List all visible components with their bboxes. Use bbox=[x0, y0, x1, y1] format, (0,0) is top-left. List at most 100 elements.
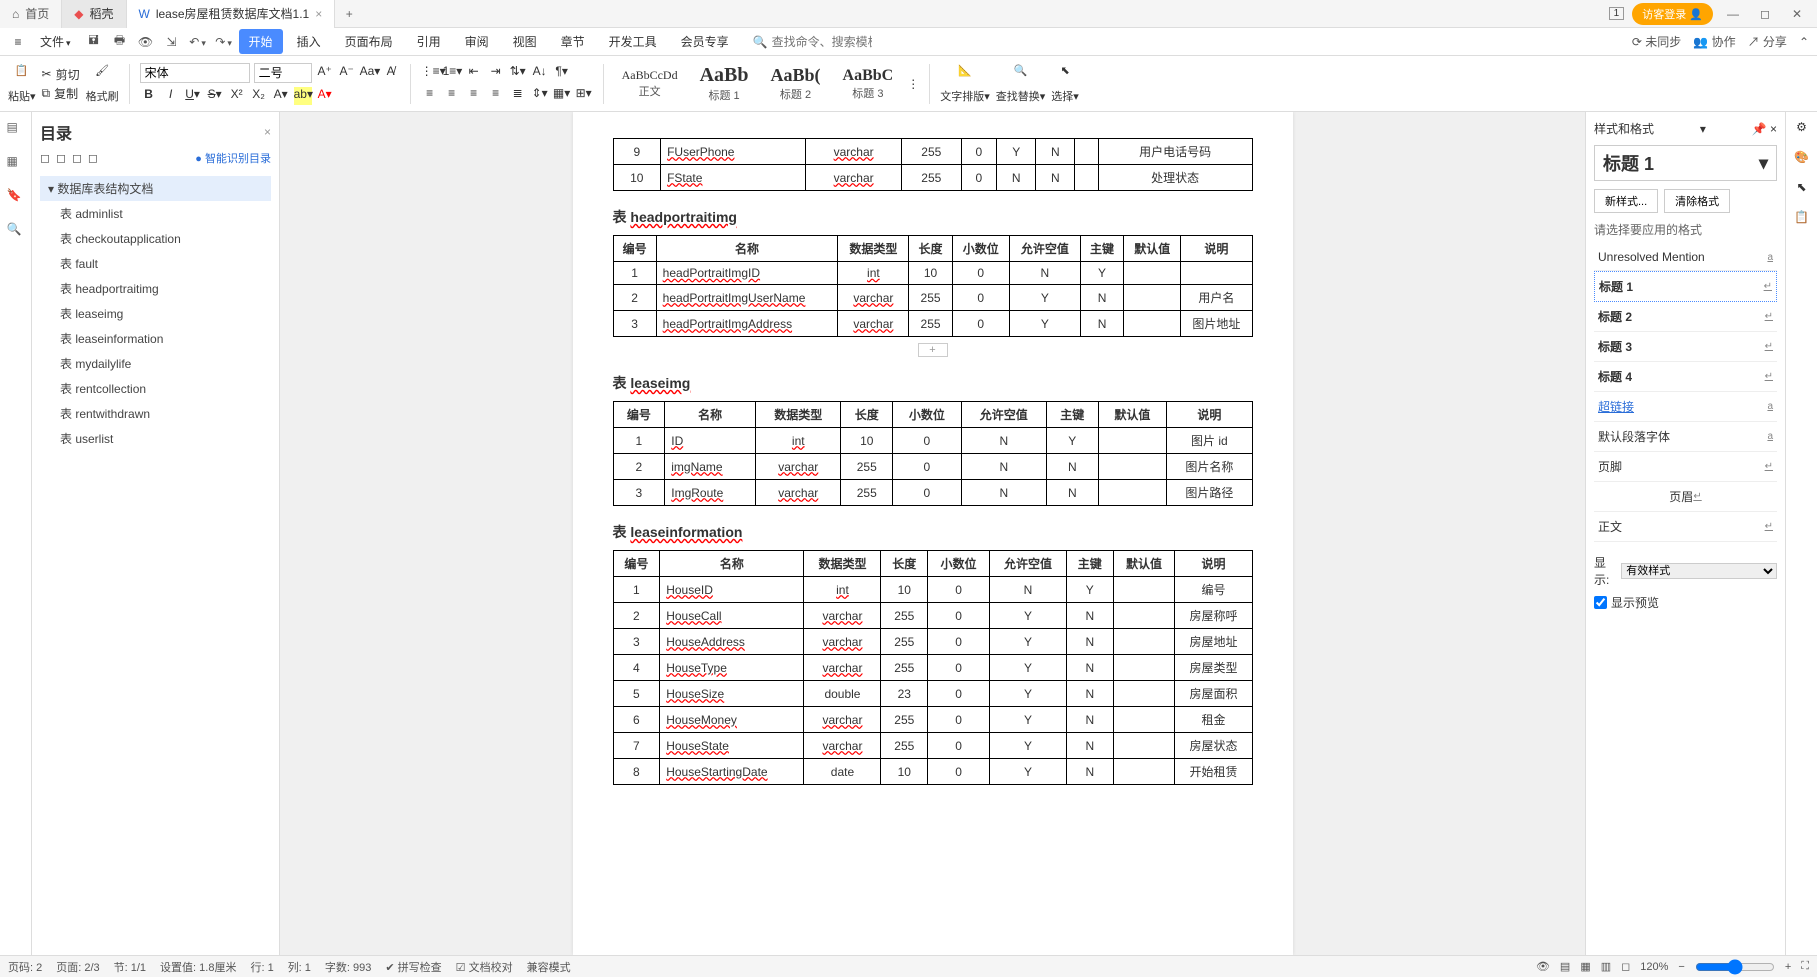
select-button[interactable]: ⬉选择▾ bbox=[1051, 64, 1079, 104]
highlight-icon[interactable]: ab▾ bbox=[294, 87, 312, 105]
style-heading1[interactable]: AaBb标题 1 bbox=[692, 64, 757, 103]
status-compat[interactable]: 兼容模式 bbox=[527, 959, 571, 975]
text-layout-button[interactable]: 📐文字排版▾ bbox=[940, 64, 990, 104]
qat-undo-icon[interactable]: ↶ bbox=[187, 35, 209, 49]
ribbon-search[interactable]: 🔍 bbox=[753, 35, 872, 49]
strikethrough-icon[interactable]: S▾ bbox=[206, 87, 224, 105]
tab-devtools[interactable]: 开发工具 bbox=[599, 29, 667, 54]
file-menu[interactable]: 文件 bbox=[32, 33, 79, 50]
toc-item[interactable]: 表 rentwithdrawn bbox=[40, 401, 271, 426]
share-button[interactable]: ↗ 分享 bbox=[1748, 33, 1787, 50]
tab-member[interactable]: 会员专享 bbox=[671, 29, 739, 54]
style-panel-close-icon[interactable]: × bbox=[1770, 122, 1777, 136]
minimize-icon[interactable]: — bbox=[1721, 7, 1745, 21]
zoom-slider[interactable] bbox=[1695, 959, 1775, 975]
fit-icon[interactable]: ⛶ bbox=[1801, 960, 1809, 973]
view-web-icon[interactable]: ▦ bbox=[1580, 960, 1590, 973]
table-row[interactable]: 9FUserPhonevarchar2550YN用户电话号码 bbox=[613, 139, 1252, 165]
style-list-item[interactable]: 标题 1↵ bbox=[1594, 271, 1777, 302]
sort-icon[interactable]: A↓ bbox=[531, 64, 549, 82]
table-row[interactable]: 4HouseTypevarchar2550YN房屋类型 bbox=[613, 655, 1252, 681]
format-painter-button[interactable]: 🖌格式刷 bbox=[86, 64, 119, 104]
collapse-ribbon-icon[interactable]: ⌃ bbox=[1799, 35, 1809, 49]
style-list-item[interactable]: 正文↵ bbox=[1594, 512, 1777, 542]
subscript-icon[interactable]: X₂ bbox=[250, 87, 268, 105]
align-center-icon[interactable]: ≡ bbox=[443, 86, 461, 104]
toc-item[interactable]: 表 fault bbox=[40, 251, 271, 276]
toc-item[interactable]: 表 leaseimg bbox=[40, 301, 271, 326]
status-doccheck[interactable]: ☑ 文档校对 bbox=[456, 959, 513, 975]
table-row[interactable]: 1HouseIDint100NY编号 bbox=[613, 577, 1252, 603]
style-heading2[interactable]: AaBb(标题 2 bbox=[763, 65, 829, 102]
toc-collapse-icon[interactable]: ◻ bbox=[56, 151, 66, 165]
change-case-icon[interactable]: Aa▾ bbox=[360, 64, 378, 82]
qat-export-icon[interactable]: ⇲ bbox=[161, 35, 183, 49]
bullets-icon[interactable]: ⋮≡▾ bbox=[421, 64, 439, 82]
toc-smart-button[interactable]: ● 智能识别目录 bbox=[195, 150, 271, 166]
new-tab-button[interactable]: + bbox=[335, 7, 363, 21]
document-area[interactable]: 9FUserPhonevarchar2550YN用户电话号码10FStateva… bbox=[280, 112, 1585, 955]
text-effects-icon[interactable]: A▾ bbox=[272, 87, 290, 105]
outline-icon[interactable]: ▤ bbox=[7, 120, 25, 138]
superscript-icon[interactable]: X² bbox=[228, 87, 246, 105]
paste-button[interactable]: 📋粘贴▾ bbox=[8, 64, 36, 104]
zoom-value[interactable]: 120% bbox=[1640, 961, 1668, 973]
zoom-in-icon[interactable]: + bbox=[1785, 961, 1791, 973]
toc-item[interactable]: 表 userlist bbox=[40, 426, 271, 451]
tab-review[interactable]: 审阅 bbox=[455, 29, 499, 54]
pin-icon[interactable]: 📌 bbox=[1752, 122, 1767, 136]
qat-preview-icon[interactable]: 👁 bbox=[135, 35, 157, 49]
collaborate-button[interactable]: 👥 协作 bbox=[1693, 33, 1735, 50]
new-style-button[interactable]: 新样式... bbox=[1594, 189, 1658, 213]
show-marks-icon[interactable]: ¶▾ bbox=[553, 64, 571, 82]
style-list-item[interactable]: 标题 3↵ bbox=[1594, 332, 1777, 362]
toc-expand-icon[interactable]: ◻ bbox=[40, 151, 50, 165]
zoom-out-icon[interactable]: − bbox=[1678, 961, 1684, 973]
para-spacing-icon[interactable]: ⇕▾ bbox=[531, 86, 549, 104]
table-row[interactable]: 1IDint100NY图片 id bbox=[613, 428, 1252, 454]
tab-view[interactable]: 视图 bbox=[503, 29, 547, 54]
select-tool-icon[interactable]: ⬉ bbox=[1796, 180, 1806, 194]
view-outline-icon[interactable]: ▥ bbox=[1601, 960, 1611, 973]
table-row[interactable]: 3headPortraitImgAddressvarchar2550YN图片地址 bbox=[613, 311, 1252, 337]
toc-refresh-icon[interactable]: ◻ bbox=[88, 151, 98, 165]
status-words[interactable]: 字数: 993 bbox=[325, 959, 371, 975]
menu-icon[interactable]: ≡ bbox=[8, 35, 28, 49]
font-size-select[interactable] bbox=[254, 63, 312, 83]
tab-pagelayout[interactable]: 页面布局 bbox=[335, 29, 403, 54]
table-row[interactable]: 10FStatevarchar2550NN处理状态 bbox=[613, 165, 1252, 191]
properties-icon[interactable]: ⚙ bbox=[1796, 120, 1807, 134]
increase-indent-icon[interactable]: ⇥ bbox=[487, 64, 505, 82]
borders-icon[interactable]: ⊞▾ bbox=[575, 86, 593, 104]
toc-item[interactable]: 表 headportraitimg bbox=[40, 276, 271, 301]
toc-item[interactable]: 表 mydailylife bbox=[40, 351, 271, 376]
toc-root[interactable]: 数据库表结构文档 bbox=[40, 176, 271, 201]
status-line[interactable]: 行: 1 bbox=[250, 959, 273, 975]
toc-item[interactable]: 表 rentcollection bbox=[40, 376, 271, 401]
status-position[interactable]: 设置值: 1.8厘米 bbox=[160, 959, 236, 975]
table-row[interactable]: 1headPortraitImgIDint100NY bbox=[613, 262, 1252, 285]
decrease-font-icon[interactable]: A⁻ bbox=[338, 64, 356, 82]
toc-item[interactable]: 表 adminlist bbox=[40, 201, 271, 226]
qat-redo-icon[interactable]: ↷ bbox=[213, 35, 235, 49]
style-list-item[interactable]: 默认段落字体a bbox=[1594, 422, 1777, 452]
status-page-of[interactable]: 页面: 2/3 bbox=[56, 959, 99, 975]
styles-icon[interactable]: 🎨 bbox=[1794, 150, 1809, 164]
table-row[interactable]: 2HouseCallvarchar2550YN房屋称呼 bbox=[613, 603, 1252, 629]
align-left-icon[interactable]: ≡ bbox=[421, 86, 439, 104]
toc-item[interactable]: 表 leaseinformation bbox=[40, 326, 271, 351]
table-row[interactable]: 5HouseSizedouble230YN房屋面积 bbox=[613, 681, 1252, 707]
italic-icon[interactable]: I bbox=[162, 87, 180, 105]
clipboard-icon[interactable]: 📋 bbox=[1794, 210, 1809, 224]
style-list-item[interactable]: 页脚↵ bbox=[1594, 452, 1777, 482]
increase-font-icon[interactable]: A⁺ bbox=[316, 64, 334, 82]
style-list-item[interactable]: Unresolved Mentiona bbox=[1594, 244, 1777, 271]
tab-home[interactable]: ⌂ 首页 bbox=[0, 0, 62, 28]
view-print-icon[interactable]: ▤ bbox=[1560, 960, 1570, 973]
styles-more-icon[interactable]: ⋮ bbox=[907, 77, 919, 91]
style-list-item[interactable]: 页眉↵ bbox=[1594, 482, 1777, 512]
show-preview-checkbox[interactable]: 显示预览 bbox=[1594, 594, 1777, 611]
shading-icon[interactable]: ▦▾ bbox=[553, 86, 571, 104]
bold-icon[interactable]: B bbox=[140, 87, 158, 105]
tab-insert[interactable]: 插入 bbox=[287, 29, 331, 54]
